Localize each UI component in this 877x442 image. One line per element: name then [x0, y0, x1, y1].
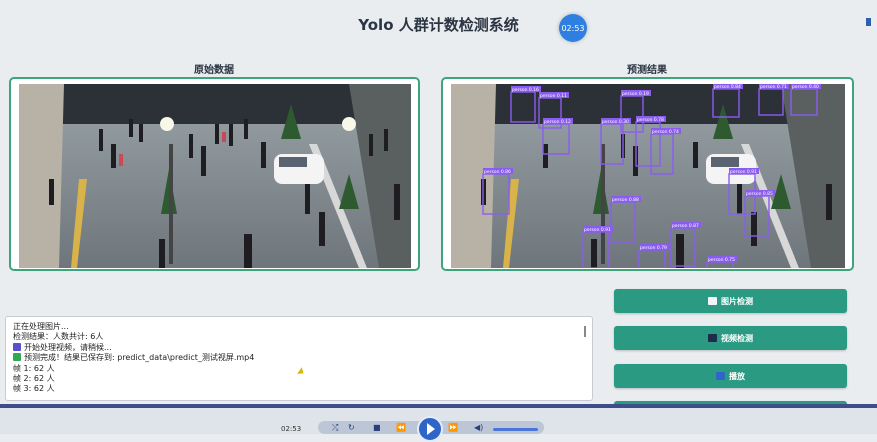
volume-slider[interactable]	[493, 428, 538, 431]
prediction-image-frame: person 0.16 person 0.11 person 0.12 person …	[441, 77, 854, 271]
shuffle-icon[interactable]: ⤮	[332, 423, 338, 432]
detection-label: person 0.12	[544, 119, 571, 125]
prediction-street-image: person 0.16person 0.11 person 0.12 person …	[451, 84, 845, 268]
video-detect-button[interactable]: 视频检测	[614, 326, 847, 350]
detection-label: person 0.40	[792, 84, 819, 90]
log-line-text: 检测结果：人数共计: 6人	[13, 332, 104, 342]
log-line: 开始处理视频，请稍候...	[6, 342, 592, 353]
original-image-frame	[9, 77, 420, 271]
log-line: 帧 3: 62 人	[6, 384, 592, 394]
detection-label: person 0.30	[602, 119, 629, 125]
detection-label: person 0.75	[708, 257, 735, 263]
original-street-image	[19, 84, 411, 268]
window-edge-marker	[866, 18, 871, 26]
detection-label: person 0.87	[672, 223, 699, 229]
log-line-text: 帧 2: 62 人	[13, 374, 55, 384]
detection-label: person 0.79	[640, 245, 667, 251]
recording-timer-badge[interactable]: 02:53	[559, 14, 587, 42]
log-line: 预测完成！结果已保存到: predict_data\predict_测试视屏.m…	[6, 353, 592, 363]
app-title: Yolo 人群计数检测系统	[358, 16, 519, 34]
fast-forward-icon[interactable]: ⏩	[448, 423, 458, 432]
player-play-icon[interactable]	[417, 416, 443, 442]
volume-icon[interactable]: ◀)	[474, 423, 483, 432]
play-button[interactable]: 播放	[614, 364, 847, 388]
log-scrollbar[interactable]	[584, 326, 586, 337]
detection-label: person 0.91	[730, 169, 757, 175]
detection-label: person 0.74	[652, 129, 679, 135]
detection-label: person 0.11	[540, 93, 567, 99]
log-line-text: 正在处理图片...	[13, 322, 69, 331]
image-detect-button[interactable]: 图片检测	[614, 289, 847, 313]
video-detect-label: 视频检测	[721, 333, 753, 343]
detection-label: person 0.91	[584, 227, 611, 233]
detection-label: person 0.19	[622, 91, 649, 97]
log-line-text: 开始处理视频，请稍候...	[24, 342, 112, 352]
detection-label: person 0.86	[484, 169, 511, 175]
detection-label: person 0.88	[612, 197, 639, 203]
log-line-text: 预测完成！结果已保存到: predict_data\predict_测试视屏.m…	[24, 353, 255, 363]
play-label: 播放	[729, 371, 745, 381]
log-line-text: 帧 3: 62 人	[13, 384, 55, 394]
clapper-icon	[13, 342, 21, 351]
log-line-text: 帧 1: 62 人	[13, 363, 55, 373]
image-icon	[708, 297, 717, 305]
detection-label: person 0.85	[746, 191, 773, 197]
detection-label: person 0.16	[512, 87, 539, 93]
detection-label: person 0.78	[637, 117, 664, 123]
original-data-title: 原始数据	[194, 65, 234, 76]
log-line: 检测结果：人数共计: 6人	[6, 332, 592, 342]
detection-label: person 0.71	[760, 84, 787, 90]
detection-label: person 0.84	[714, 84, 741, 90]
log-panel[interactable]: 正在处理图片... 检测结果：人数共计: 6人 开始处理视频，请稍候... 预测完成！…	[5, 316, 593, 401]
prediction-result-title: 预测结果	[627, 65, 667, 76]
play-icon	[716, 372, 725, 380]
repeat-icon[interactable]: ↻	[348, 423, 355, 432]
player-time: 02:53	[281, 425, 302, 433]
log-lines: 正在处理图片... 检测结果：人数共计: 6人 开始处理视频，请稍候... 预测完成！…	[6, 322, 592, 395]
rewind-icon[interactable]: ⏪	[396, 423, 406, 432]
check-icon	[13, 353, 21, 362]
log-line: 正在处理图片...	[6, 322, 592, 332]
image-detect-label: 图片检测	[721, 296, 753, 306]
video-icon	[708, 334, 717, 342]
stop-player-icon[interactable]: ■	[373, 423, 381, 432]
